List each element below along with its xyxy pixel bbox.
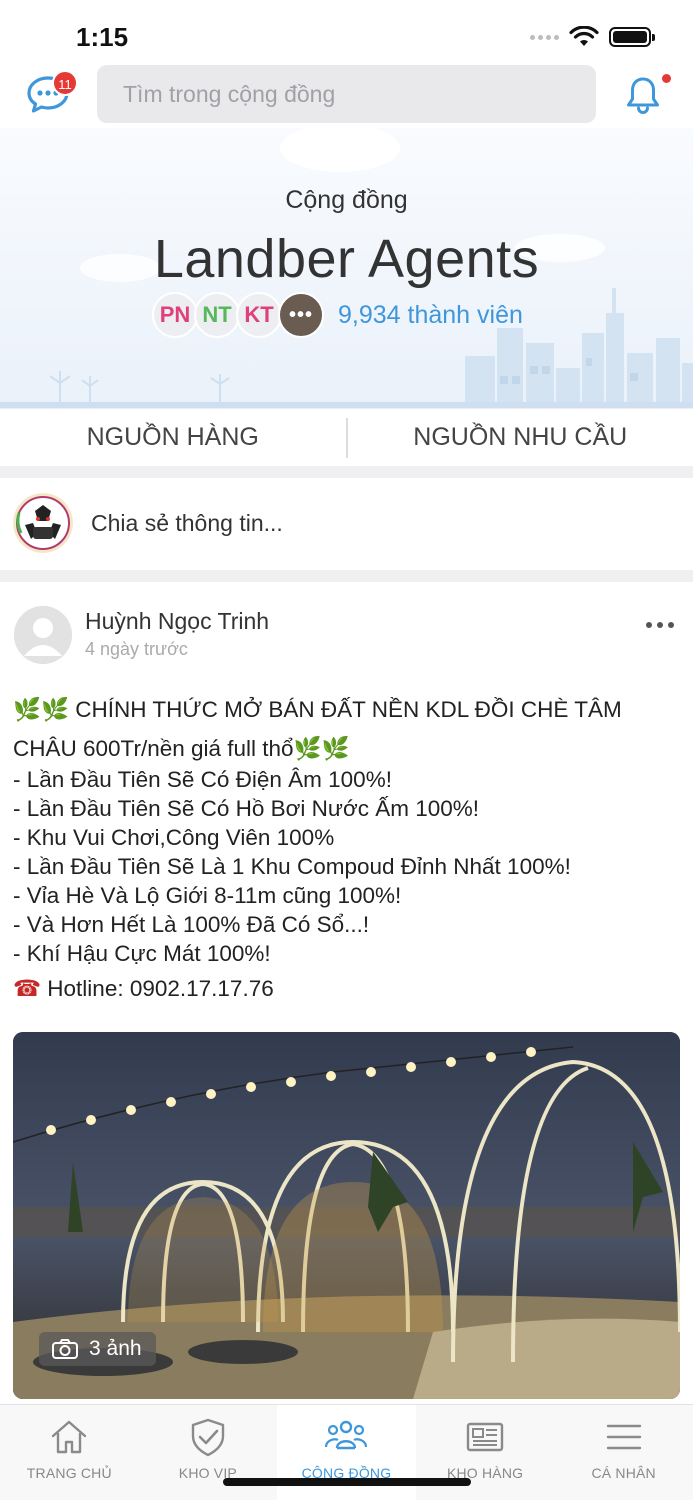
status-time: 1:15 [76, 22, 129, 52]
photo-count: 3 ảnh [89, 1337, 142, 1360]
post-line: - Vỉa Hè Và Lộ Giới 8-11m cũng 100%! [13, 883, 402, 908]
member-avatar: NT [194, 292, 240, 338]
home-indicator[interactable] [223, 1478, 471, 1486]
community-title: Landber Agents [153, 229, 540, 289]
telephone-icon: ☎ [13, 976, 42, 1001]
notification-button[interactable] [622, 74, 664, 116]
nav-label: TRANG CHỦ [26, 1465, 112, 1481]
home-icon [52, 1420, 87, 1454]
post-author[interactable]: Huỳnh Ngọc Trinh [85, 608, 269, 635]
post-line: - Khí Hậu Cực Mát 100%! [13, 941, 271, 966]
headline-text: CHÍNH THỨC MỞ BÁN ĐẤT NỀN KDL ĐỒI CHÈ TÂ… [75, 697, 622, 722]
nav-profile[interactable]: CÁ NHÂN [554, 1405, 693, 1500]
post-hotline[interactable]: ☎ Hotline: 0902.17.17.76 [13, 974, 678, 1003]
user-avatar[interactable] [13, 493, 73, 553]
tab-nguon-hang[interactable]: NGUỒN HÀNG [0, 409, 346, 466]
post-line: - Và Hơn Hết Là 100% Đã Có Sổ...! [13, 912, 370, 937]
post-line: - Lần Đầu Tiên Sẽ Có Hồ Bơi Nước Ấm 100%… [13, 796, 480, 821]
community-icon [325, 1420, 368, 1450]
status-icons [530, 26, 655, 48]
post-photo[interactable]: 3 ảnh [13, 1032, 680, 1399]
search-box[interactable] [97, 65, 596, 123]
more-members-avatar: ••• [278, 292, 324, 338]
post-line: - Lần Đầu Tiên Sẽ Có Điện Âm 100%! [13, 767, 392, 792]
community-header: Cộng đồng Landber Agents PN NT KT ••• 9,… [0, 128, 693, 408]
post-line: - Lần Đầu Tiên Sẽ Là 1 Khu Compoud Đỉnh … [13, 854, 571, 879]
nav-label: CÁ NHÂN [591, 1465, 656, 1481]
top-bar: 11 [0, 62, 693, 128]
shield-check-icon [191, 1418, 225, 1457]
menu-icon [606, 1424, 641, 1450]
bell-icon [627, 77, 659, 114]
community-label: Cộng đồng [285, 186, 408, 214]
leaf-icon: 🌿🌿 [293, 736, 350, 761]
status-bar: 1:15 [0, 0, 693, 62]
post-headline: 🌿🌿 CHÍNH THỨC MỞ BÁN ĐẤT NỀN KDL ĐỒI CHÈ… [13, 695, 678, 724]
leaf-icon: 🌿🌿 [13, 697, 70, 722]
post-time: 4 ngày trước [85, 639, 188, 659]
photo-count-badge[interactable]: 3 ảnh [39, 1332, 156, 1366]
section-divider [0, 466, 693, 478]
share-composer[interactable]: Chia sẻ thông tin... [0, 478, 693, 570]
battery-icon [609, 27, 655, 47]
author-avatar[interactable] [14, 606, 72, 664]
hotline-text: Hotline: 0902.17.17.76 [47, 976, 274, 1001]
source-tabs: NGUỒN HÀNG NGUỒN NHU CẦU [0, 408, 693, 466]
wifi-icon [569, 26, 599, 46]
post-line: - Khu Vui Chơi,Công Viên 100% [13, 825, 335, 850]
camera-icon [52, 1339, 78, 1359]
headline-text: CHÂU 600Tr/nền giá full thổ [13, 736, 294, 761]
post-headline-cont: CHÂU 600Tr/nền giá full thổ🌿🌿 [13, 734, 678, 763]
newspaper-icon [466, 1422, 504, 1452]
share-prompt[interactable]: Chia sẻ thông tin... [91, 510, 283, 537]
notification-dot [662, 74, 671, 83]
member-avatar: PN [152, 292, 198, 338]
member-count[interactable]: 9,934 thành viên [338, 301, 523, 330]
chat-badge: 11 [52, 70, 78, 96]
tab-nguon-nhu-cau[interactable]: NGUỒN NHU CẦU [348, 409, 693, 466]
search-input[interactable] [123, 80, 596, 108]
post-content: 🌿🌿 CHÍNH THỨC MỞ BÁN ĐẤT NỀN KDL ĐỒI CHÈ… [13, 695, 678, 1003]
member-summary[interactable]: PN NT KT ••• 9,934 thành viên [152, 292, 523, 338]
post-card: Huỳnh Ngọc Trinh 4 ngày trước 🌿🌿 CHÍNH T… [0, 582, 693, 1404]
member-avatar: KT [236, 292, 282, 338]
section-divider [0, 570, 693, 582]
nav-home[interactable]: TRANG CHỦ [0, 1405, 139, 1500]
more-options-icon[interactable] [646, 622, 674, 628]
signal-icon [530, 34, 559, 40]
